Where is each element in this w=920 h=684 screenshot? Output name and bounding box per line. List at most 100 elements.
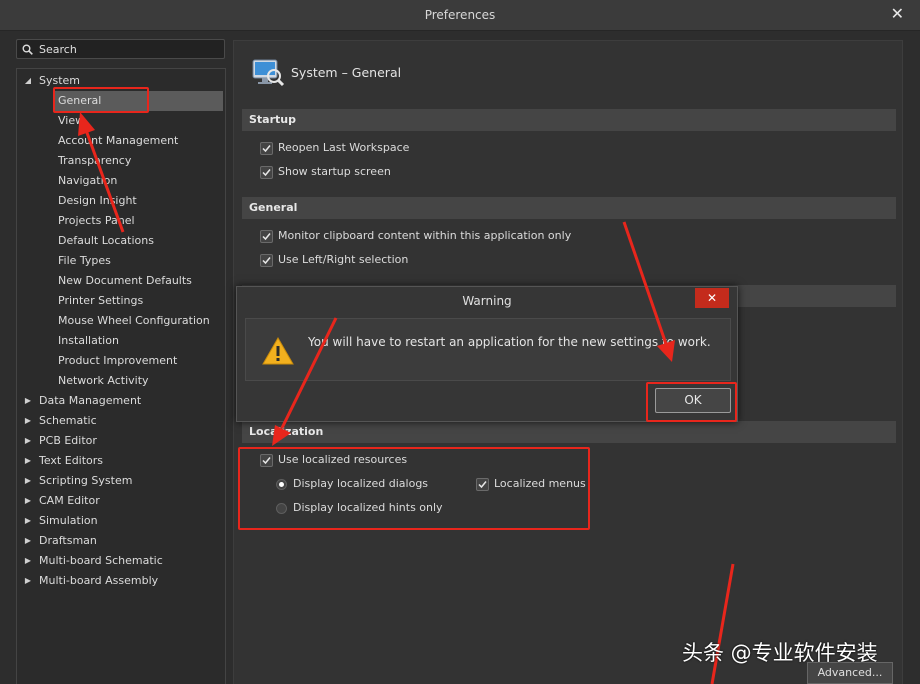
tree-item-label: Text Editors — [39, 454, 104, 467]
tree-item-label: Mouse Wheel Configuration — [58, 314, 210, 327]
collapsed-arrow-icon[interactable]: ▶ — [23, 491, 33, 511]
tree-item-label: Projects Panel — [58, 214, 135, 227]
radio-unselected-icon[interactable] — [276, 503, 287, 514]
preferences-tree: ◢ System General View Account Management… — [16, 68, 226, 684]
tree-item-label: General — [58, 94, 102, 107]
tree-item-label: Multi-board Schematic — [39, 554, 163, 567]
tree-item-draftsman[interactable]: ▶ Draftsman — [23, 531, 223, 551]
tree-item-network-activity[interactable]: Network Activity — [53, 371, 223, 391]
warning-dialog: Warning ✕ You will have to restart an ap… — [236, 286, 738, 422]
dialog-title: Warning — [462, 294, 512, 308]
tree-item-data-management[interactable]: ▶ Data Management — [23, 391, 223, 411]
tree-item-transparency[interactable]: Transparency — [53, 151, 223, 171]
watermark: 头条 @专业软件安装 — [682, 641, 878, 665]
collapsed-arrow-icon[interactable]: ▶ — [23, 571, 33, 591]
section-label: Startup — [249, 113, 296, 126]
tree-item-simulation[interactable]: ▶ Simulation — [23, 511, 223, 531]
tree-item-label: Simulation — [39, 514, 98, 527]
tree-item-cam-editor[interactable]: ▶ CAM Editor — [23, 491, 223, 511]
checkbox-label: Use Left/Right selection — [278, 253, 409, 266]
checkbox-label: Show startup screen — [278, 165, 391, 178]
dialog-message: You will have to restart an application … — [308, 335, 711, 349]
tree-item-label: Printer Settings — [58, 294, 144, 307]
collapsed-arrow-icon[interactable]: ▶ — [23, 431, 33, 451]
window-title-bar: Preferences ✕ — [0, 0, 920, 31]
tree-item-label: Multi-board Assembly — [39, 574, 159, 587]
section-general: General — [242, 197, 896, 219]
checkbox-label: Localized menus — [494, 477, 586, 490]
tree-item-label: New Document Defaults — [58, 274, 192, 287]
search-input[interactable] — [39, 42, 219, 56]
tree-item-view[interactable]: View — [53, 111, 223, 131]
tree-item-scripting-system[interactable]: ▶ Scripting System — [23, 471, 223, 491]
tree-item-general[interactable]: General — [53, 91, 223, 111]
tree-item-label: PCB Editor — [39, 434, 97, 447]
dialog-close-icon[interactable]: ✕ — [695, 288, 729, 308]
tree-item-design-insight[interactable]: Design Insight — [53, 191, 223, 211]
tree-item-label: File Types — [58, 254, 111, 267]
tree-item-projects-panel[interactable]: Projects Panel — [53, 211, 223, 231]
tree-item-new-document-defaults[interactable]: New Document Defaults — [53, 271, 223, 291]
tree-item-label: Scripting System — [39, 474, 133, 487]
system-monitor-icon — [252, 59, 285, 87]
tree-item-account-management[interactable]: Account Management — [53, 131, 223, 151]
radio-label: Display localized hints only — [293, 501, 443, 514]
search-box[interactable] — [16, 39, 225, 59]
tree-item-label: Default Locations — [58, 234, 154, 247]
warning-icon — [262, 337, 294, 365]
tree-item-pcb-editor[interactable]: ▶ PCB Editor — [23, 431, 223, 451]
tree-item-label: Navigation — [58, 174, 118, 187]
tree-item-label: Design Insight — [58, 194, 137, 207]
collapsed-arrow-icon[interactable]: ▶ — [23, 531, 33, 551]
checkbox-label: Monitor clipboard content within this ap… — [278, 229, 572, 242]
tree-item-label: System — [39, 74, 81, 87]
checkbox-checked-icon[interactable] — [260, 230, 273, 243]
checkbox-checked-icon[interactable] — [260, 166, 273, 179]
collapsed-arrow-icon[interactable]: ▶ — [23, 471, 33, 491]
tree-item-label: View — [58, 114, 85, 127]
collapsed-arrow-icon[interactable]: ▶ — [23, 511, 33, 531]
tree-item-printer-settings[interactable]: Printer Settings — [53, 291, 223, 311]
tree-item-label: Network Activity — [58, 374, 149, 387]
tree-item-system[interactable]: ◢ System — [23, 71, 223, 91]
tree-item-default-locations[interactable]: Default Locations — [53, 231, 223, 251]
checkbox-checked-icon[interactable] — [476, 478, 489, 491]
tree-item-label: Schematic — [39, 414, 97, 427]
collapsed-arrow-icon[interactable]: ▶ — [23, 551, 33, 571]
checkbox-checked-icon[interactable] — [260, 254, 273, 267]
collapsed-arrow-icon[interactable]: ▶ — [23, 451, 33, 471]
tree-item-navigation[interactable]: Navigation — [53, 171, 223, 191]
collapsed-arrow-icon[interactable]: ▶ — [23, 411, 33, 431]
dialog-body: You will have to restart an application … — [245, 318, 731, 381]
tree-item-multi-board-assembly[interactable]: ▶ Multi-board Assembly — [23, 571, 223, 591]
search-icon — [22, 44, 33, 55]
tree-item-schematic[interactable]: ▶ Schematic — [23, 411, 223, 431]
section-localization: Localization — [242, 421, 896, 443]
tree-item-text-editors[interactable]: ▶ Text Editors — [23, 451, 223, 471]
page-title: System – General — [291, 65, 402, 80]
expanded-arrow-icon[interactable]: ◢ — [23, 71, 33, 91]
tree-item-label: Installation — [58, 334, 119, 347]
section-label: Localization — [249, 425, 324, 438]
checkbox-checked-icon[interactable] — [260, 454, 273, 467]
close-icon[interactable]: ✕ — [891, 4, 904, 23]
checkbox-label: Reopen Last Workspace — [278, 141, 410, 154]
tree-item-label: Account Management — [58, 134, 179, 147]
section-label: General — [249, 201, 298, 214]
tree-item-file-types[interactable]: File Types — [53, 251, 223, 271]
collapsed-arrow-icon[interactable]: ▶ — [23, 391, 33, 411]
tree-item-mouse-wheel-configuration[interactable]: Mouse Wheel Configuration — [53, 311, 223, 331]
window-title: Preferences — [424, 8, 496, 22]
checkbox-label: Use localized resources — [278, 453, 408, 466]
checkbox-checked-icon[interactable] — [260, 142, 273, 155]
section-startup: Startup — [242, 109, 896, 131]
tree-item-label: Product Improvement — [58, 354, 178, 367]
tree-item-label: CAM Editor — [39, 494, 100, 507]
tree-item-label: Draftsman — [39, 534, 97, 547]
tree-item-label: Transparency — [58, 154, 132, 167]
radio-selected-icon[interactable] — [276, 479, 287, 490]
tree-item-product-improvement[interactable]: Product Improvement — [53, 351, 223, 371]
ok-button[interactable]: OK — [655, 388, 731, 413]
tree-item-multi-board-schematic[interactable]: ▶ Multi-board Schematic — [23, 551, 223, 571]
tree-item-installation[interactable]: Installation — [53, 331, 223, 351]
